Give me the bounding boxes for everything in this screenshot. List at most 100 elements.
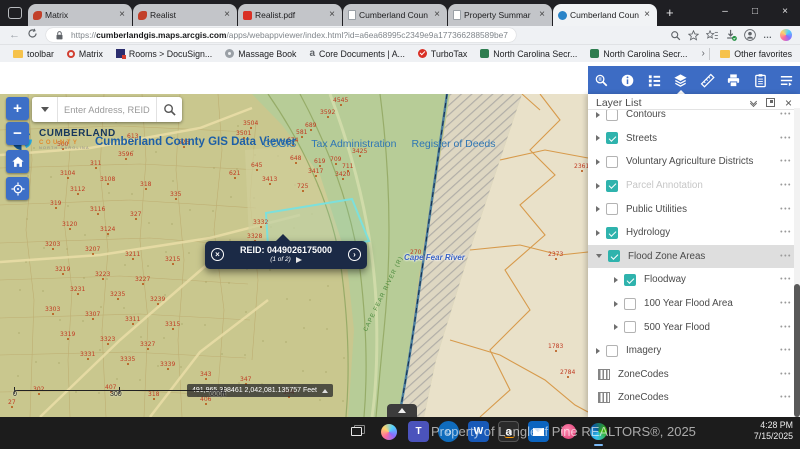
layer-row[interactable]: Public Utilities ••• <box>588 197 800 221</box>
layer-menu-dots[interactable]: ••• <box>780 253 792 260</box>
popup-pager: (1 of 2) <box>270 256 291 263</box>
layer-label: Floodway <box>644 274 686 285</box>
edit-tool-button[interactable] <box>747 66 774 94</box>
popup-next-button[interactable]: › <box>348 248 361 261</box>
search-source-dropdown[interactable] <box>32 97 58 122</box>
expand-caret-icon[interactable] <box>596 254 602 258</box>
link-register-of-deeds[interactable]: Register of Deeds <box>411 138 495 150</box>
info-tool-button[interactable] <box>615 66 642 94</box>
collapse-all-icon[interactable] <box>751 99 756 106</box>
link-tax-administration[interactable]: Tax Administration <box>311 138 396 150</box>
layer-label: Public Utilities <box>626 204 687 215</box>
expand-caret-icon[interactable] <box>614 301 618 307</box>
teams-app-icon[interactable]: T <box>408 421 429 442</box>
layer-menu-dots[interactable]: ••• <box>780 135 792 142</box>
layer-checkbox[interactable] <box>606 132 618 144</box>
task-view-app-icon[interactable] <box>348 421 369 442</box>
people-app-icon[interactable]: ☺ <box>438 421 459 442</box>
panel-scrollbar[interactable] <box>794 108 800 417</box>
zoom-out-button[interactable]: − <box>6 122 29 145</box>
layer-row[interactable]: ZoneCodes••• <box>588 363 800 387</box>
copilot-app-icon[interactable] <box>378 421 399 442</box>
layer-row[interactable]: Imagery••• <box>588 339 800 363</box>
layer-row[interactable]: Flood Zone Areas••• <box>588 245 800 269</box>
locate-button[interactable] <box>6 177 29 200</box>
popup-close-button[interactable]: × <box>211 248 224 261</box>
scale-bar: 0 300 600ft <box>14 385 229 398</box>
layer-row[interactable]: 500 Year Flood••• <box>588 315 800 339</box>
layer-row[interactable]: Streets••• <box>588 127 800 151</box>
layer-menu-dots[interactable]: ••• <box>780 300 792 307</box>
parcel-number-label: 3339 <box>160 361 175 370</box>
legend-tool-button[interactable] <box>641 66 668 94</box>
layer-menu-dots[interactable]: ••• <box>780 182 792 189</box>
parcel-number-label: 3504 <box>243 120 258 129</box>
link-ccgis[interactable]: CCGIS <box>263 138 296 150</box>
layer-menu-dots[interactable]: ••• <box>780 324 792 331</box>
caret-up-icon[interactable] <box>322 389 328 393</box>
layer-menu-dots[interactable]: ••• <box>780 394 792 401</box>
layer-checkbox[interactable] <box>606 156 618 168</box>
layers-tool-button[interactable] <box>668 66 695 94</box>
layer-menu-dots[interactable]: ••• <box>780 158 792 165</box>
edge-app-icon[interactable] <box>588 421 609 442</box>
layer-checkbox[interactable] <box>624 298 636 310</box>
parcel-popup: × REID: 0449026175000 (1 of 2) › <box>205 241 367 269</box>
layer-label: ZoneCodes <box>618 392 669 403</box>
expand-caret-icon[interactable] <box>596 112 600 118</box>
expand-caret-icon[interactable] <box>596 183 600 189</box>
expand-caret-icon[interactable] <box>596 159 600 165</box>
layer-menu-dots[interactable]: ••• <box>780 206 792 213</box>
expand-caret-icon[interactable] <box>596 348 600 354</box>
expand-caret-icon[interactable] <box>596 206 600 212</box>
dock-panel-icon[interactable] <box>766 98 775 107</box>
scrollbar-thumb[interactable] <box>794 284 800 417</box>
expand-caret-icon[interactable] <box>596 230 600 236</box>
layer-row[interactable]: ZoneCodes••• <box>588 410 800 415</box>
layer-menu-dots[interactable]: ••• <box>780 276 792 283</box>
attribute-table-toggle[interactable] <box>387 404 417 417</box>
zoom-in-button[interactable]: + <box>6 97 29 120</box>
close-panel-icon[interactable]: × <box>785 98 792 108</box>
expand-caret-icon[interactable] <box>596 135 600 141</box>
layer-row[interactable]: Contours••• <box>588 110 800 127</box>
taskbar-clock[interactable]: 4:28 PM 7/15/2025 <box>754 420 793 443</box>
layer-row[interactable]: 100 Year Flood Area••• <box>588 292 800 316</box>
layer-checkbox[interactable] <box>606 203 618 215</box>
layer-checkbox[interactable] <box>624 274 636 286</box>
word-app-icon[interactable]: W <box>468 421 489 442</box>
measure-tool-button[interactable] <box>694 66 721 94</box>
search-submit-button[interactable] <box>156 97 182 122</box>
search-input[interactable] <box>58 105 156 115</box>
layer-checkbox[interactable] <box>606 227 618 239</box>
layer-row[interactable]: ZoneCodes ••• <box>588 386 800 410</box>
layer-checkbox[interactable] <box>606 110 618 121</box>
layer-checkbox[interactable] <box>624 321 636 333</box>
home-icon <box>11 155 25 169</box>
layer-menu-dots[interactable]: ••• <box>780 111 792 118</box>
layer-menu-dots[interactable]: ••• <box>780 347 792 354</box>
layer-checkbox[interactable] <box>608 250 620 262</box>
layer-row[interactable]: Hydrology••• <box>588 221 800 245</box>
layer-menu-dots[interactable]: ••• <box>780 229 792 236</box>
parcel-number-label: 3315 <box>165 321 180 330</box>
play-icon[interactable] <box>296 257 302 263</box>
expand-caret-icon[interactable] <box>614 277 618 283</box>
layer-row[interactable]: Floodway ••• <box>588 268 800 292</box>
layer-menu-dots[interactable]: ••• <box>780 371 792 378</box>
layer-checkbox[interactable] <box>606 180 618 192</box>
photos-app-icon[interactable] <box>558 421 579 442</box>
print-tool-button[interactable] <box>721 66 748 94</box>
parcel-number-label: 3211 <box>125 251 140 260</box>
attribute-search-tool-button[interactable] <box>588 66 615 94</box>
layer-checkbox[interactable] <box>606 345 618 357</box>
layer-row[interactable]: Voluntary Agriculture Districts••• <box>588 150 800 174</box>
layer-row[interactable]: Parcel Annotation••• <box>588 174 800 198</box>
expand-caret-icon[interactable] <box>614 324 618 330</box>
menu-tool-button[interactable] <box>774 66 800 94</box>
outlook-app-icon[interactable] <box>528 421 549 442</box>
home-button[interactable] <box>6 150 29 173</box>
amazon-app-icon[interactable]: a <box>498 421 519 442</box>
table-icon <box>598 392 610 403</box>
table-icon <box>598 369 610 380</box>
